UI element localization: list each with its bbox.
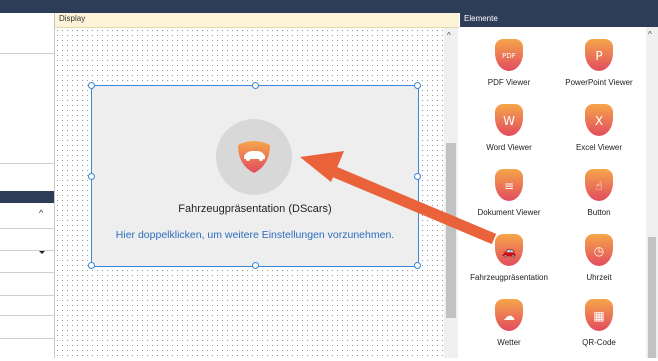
elements-panel: Elemente PDF PDF Viewer P PowerPoint Viewer… — [460, 13, 658, 358]
property-row[interactable] — [0, 338, 54, 339]
property-row[interactable] — [0, 272, 54, 273]
design-canvas[interactable]: Fahrzeugpräsentation (DScars) Hier doppe… — [55, 28, 443, 358]
pdf-document-icon: PDF — [495, 39, 523, 71]
widget-hint: Hier doppelklicken, um weitere Einstellu… — [115, 229, 395, 241]
element-tile[interactable]: W Word Viewer — [464, 100, 554, 166]
icon-glyph: ▦ — [593, 309, 605, 323]
display-panel-header: Display — [55, 13, 459, 28]
element-tile-label: Excel Viewer — [575, 143, 623, 152]
element-tile-label: Wetter — [497, 338, 521, 347]
car-icon — [238, 141, 270, 173]
vehicle-presentation-widget[interactable]: Fahrzeugpräsentation (DScars) Hier doppe… — [88, 82, 421, 269]
scrollbar-thumb[interactable] — [446, 143, 456, 318]
element-tile-label: Dokument Viewer — [477, 208, 541, 217]
word-document-icon: W — [495, 104, 523, 136]
property-row[interactable] — [0, 315, 54, 316]
resize-handle-top[interactable] — [252, 82, 259, 89]
clock-icon: ◷ — [585, 234, 613, 266]
scroll-up-icon[interactable]: ^ — [39, 208, 43, 218]
element-tile[interactable]: ◷ Uhrzeit — [554, 230, 644, 296]
properties-panel: ^ — [0, 13, 55, 358]
element-tile-label: PDF Viewer — [487, 78, 531, 87]
icon-glyph: X — [594, 114, 604, 128]
resize-handle-bottom-left[interactable] — [88, 262, 95, 269]
icon-glyph: ☁ — [503, 309, 515, 323]
icon-glyph: ≡ — [503, 179, 515, 193]
divider — [0, 163, 54, 164]
property-row[interactable] — [0, 228, 54, 229]
element-tile-label: PowerPoint Viewer — [565, 78, 633, 87]
properties-panel-header — [0, 191, 54, 203]
icon-glyph: PDF — [502, 52, 516, 60]
icon-glyph: ◷ — [593, 244, 605, 258]
icon-glyph: P — [595, 49, 603, 63]
element-tile[interactable]: ☝ Button — [554, 165, 644, 231]
element-tile[interactable]: ☁ Wetter — [464, 295, 554, 361]
resize-handle-top-right[interactable] — [414, 82, 421, 89]
resize-handle-top-left[interactable] — [88, 82, 95, 89]
elements-panel-header: Elemente — [460, 13, 658, 27]
scroll-up-icon[interactable]: ^ — [648, 30, 652, 39]
excel-document-icon: X — [585, 104, 613, 136]
element-tile[interactable]: P PowerPoint Viewer — [554, 35, 644, 101]
display-panel: Display Fahrzeugpräsentation (DScars) Hi… — [55, 13, 459, 358]
powerpoint-document-icon: P — [585, 39, 613, 71]
icon-glyph: ☝ — [595, 179, 603, 193]
display-panel-title: Display — [59, 14, 86, 23]
icon-glyph: W — [503, 114, 515, 128]
qr-code-icon: ▦ — [585, 299, 613, 331]
resize-handle-bottom[interactable] — [252, 262, 259, 269]
elements-panel-title: Elemente — [464, 14, 498, 23]
property-row[interactable] — [0, 295, 54, 296]
element-tile-label: Fahrzeugpräsentation — [470, 273, 548, 282]
car-icon: 🚗 — [495, 234, 523, 266]
element-tile[interactable]: ≡ Dokument Viewer — [464, 165, 554, 231]
widget-title: Fahrzeugpräsentation (DScars) — [178, 203, 332, 215]
element-tile-label: Word Viewer — [486, 143, 532, 152]
element-tile[interactable]: ▦ QR-Code — [554, 295, 644, 361]
scrollbar-thumb[interactable] — [648, 237, 656, 358]
icon-glyph: 🚗 — [501, 244, 517, 258]
divider — [0, 53, 54, 54]
widget-icon-circle — [216, 119, 292, 195]
document-icon: ≡ — [495, 169, 523, 201]
weather-icon: ☁ — [495, 299, 523, 331]
element-tile[interactable]: X Excel Viewer — [554, 100, 644, 166]
element-tile-label: Button — [587, 208, 611, 217]
resize-handle-bottom-right[interactable] — [414, 262, 421, 269]
elements-scrollbar[interactable]: ^ — [646, 27, 658, 358]
element-tile[interactable]: 🚗 Fahrzeugpräsentation — [464, 230, 554, 296]
element-tile[interactable]: PDF PDF Viewer — [464, 35, 554, 101]
property-row[interactable] — [0, 250, 54, 251]
element-tile-label: Uhrzeit — [586, 273, 612, 282]
scroll-up-icon[interactable]: ^ — [447, 31, 451, 40]
display-scrollbar[interactable]: ^ — [444, 28, 458, 358]
resize-handle-left[interactable] — [88, 173, 95, 180]
top-bar — [0, 0, 658, 13]
element-tile-label: QR-Code — [582, 338, 616, 347]
resize-handle-right[interactable] — [414, 173, 421, 180]
touch-button-icon: ☝ — [585, 169, 613, 201]
